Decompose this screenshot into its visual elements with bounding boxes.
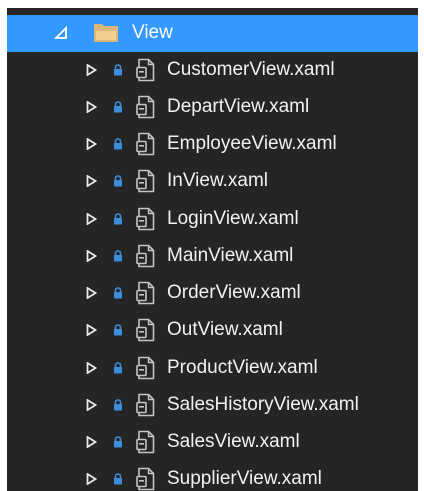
tree-node-view-folder[interactable]: View: [7, 15, 418, 52]
xaml-file-icon: [136, 393, 155, 417]
tree-node-file[interactable]: ProductView.xaml: [7, 350, 418, 386]
lock-icon: [114, 436, 122, 448]
xaml-file-icon: [136, 244, 155, 268]
collapsed-arrow-icon[interactable]: [86, 436, 97, 448]
xaml-file-icon: [136, 132, 155, 156]
file-label: DepartView.xaml: [167, 96, 310, 117]
tree-node-file[interactable]: OutView.xaml: [7, 312, 418, 348]
tree-node-file[interactable]: MainView.xaml: [7, 238, 418, 274]
collapsed-arrow-icon[interactable]: [86, 138, 97, 150]
expanded-arrow-icon[interactable]: [54, 26, 68, 40]
lock-icon: [114, 101, 122, 113]
lock-icon: [114, 64, 122, 76]
tree-node-file[interactable]: EmployeeView.xaml: [7, 126, 418, 162]
file-label: ProductView.xaml: [167, 357, 318, 378]
xaml-file-icon: [136, 430, 155, 454]
xaml-file-icon: [136, 281, 155, 305]
folder-icon: [94, 24, 118, 42]
collapsed-arrow-icon[interactable]: [86, 101, 97, 113]
tree-node-file[interactable]: SalesHistoryView.xaml: [7, 387, 418, 423]
collapsed-arrow-icon[interactable]: [86, 362, 97, 374]
lock-icon: [114, 213, 122, 225]
tree-node-file[interactable]: SupplierView.xaml: [7, 461, 418, 491]
collapsed-arrow-icon[interactable]: [86, 287, 97, 299]
lock-icon: [114, 324, 122, 336]
solution-explorer-tree: View CustomerView.xaml DepartView.xaml Emp…: [7, 8, 418, 491]
collapsed-arrow-icon[interactable]: [86, 175, 97, 187]
lock-icon: [114, 175, 122, 187]
file-label: CustomerView.xaml: [167, 59, 335, 80]
tree-node-file[interactable]: SalesView.xaml: [7, 424, 418, 460]
xaml-file-icon: [136, 169, 155, 193]
file-label: OrderView.xaml: [167, 282, 301, 303]
lock-icon: [114, 362, 122, 374]
tree-node-file[interactable]: InView.xaml: [7, 163, 418, 199]
file-label: EmployeeView.xaml: [167, 133, 337, 154]
tree-node-file[interactable]: LoginView.xaml: [7, 201, 418, 237]
xaml-file-icon: [136, 58, 155, 82]
xaml-file-icon: [136, 356, 155, 380]
collapsed-arrow-icon[interactable]: [86, 473, 97, 485]
xaml-file-icon: [136, 467, 155, 491]
tree-node-file[interactable]: CustomerView.xaml: [7, 52, 418, 88]
collapsed-arrow-icon[interactable]: [86, 399, 97, 411]
tree-node-file[interactable]: OrderView.xaml: [7, 275, 418, 311]
tree-node-file[interactable]: DepartView.xaml: [7, 89, 418, 125]
lock-icon: [114, 138, 122, 150]
collapsed-arrow-icon[interactable]: [86, 250, 97, 262]
lock-icon: [114, 287, 122, 299]
file-label: LoginView.xaml: [167, 208, 299, 229]
collapsed-arrow-icon[interactable]: [86, 213, 97, 225]
file-label: SalesView.xaml: [167, 431, 300, 452]
file-label: SalesHistoryView.xaml: [167, 394, 359, 415]
lock-icon: [114, 399, 122, 411]
collapsed-arrow-icon[interactable]: [86, 324, 97, 336]
xaml-file-icon: [136, 207, 155, 231]
folder-label: View: [132, 22, 173, 43]
xaml-file-icon: [136, 95, 155, 119]
file-label: OutView.xaml: [167, 319, 283, 340]
file-label: MainView.xaml: [167, 245, 294, 266]
lock-icon: [114, 250, 122, 262]
file-label: SupplierView.xaml: [167, 468, 322, 489]
collapsed-arrow-icon[interactable]: [86, 64, 97, 76]
lock-icon: [114, 473, 122, 485]
xaml-file-icon: [136, 318, 155, 342]
file-label: InView.xaml: [167, 170, 269, 191]
